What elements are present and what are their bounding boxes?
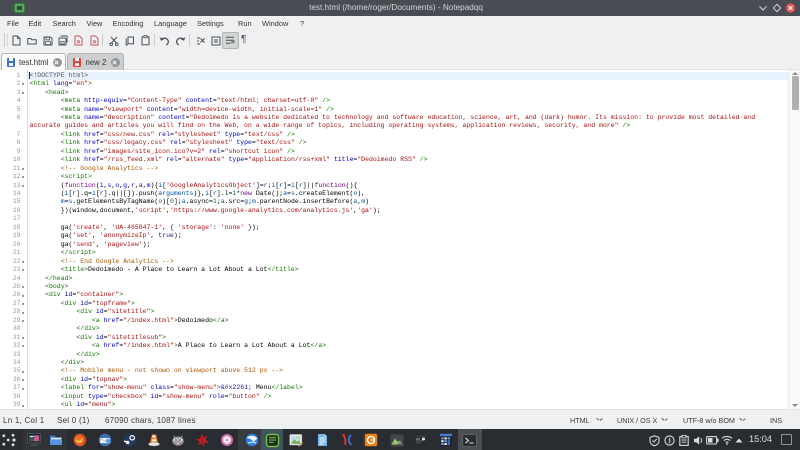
svg-text:15:04: 15:04 bbox=[749, 434, 772, 444]
